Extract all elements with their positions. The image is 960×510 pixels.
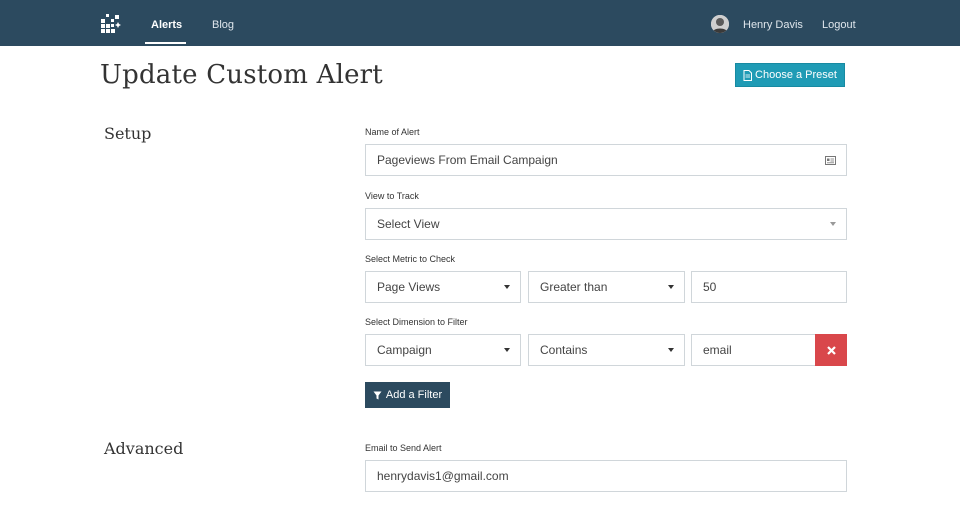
caret-down-icon [504,348,510,352]
add-filter-button[interactable]: Add a Filter [365,382,450,408]
email-label: Email to Send Alert [365,443,442,453]
document-icon [743,69,753,81]
dimension-operator-value: Contains [540,343,588,357]
metric-operator-select[interactable]: Greater than [528,271,685,303]
nav-link-alerts[interactable]: Alerts [151,0,182,46]
view-select[interactable]: Select View [365,208,847,240]
dimension-label: Select Dimension to Filter [365,317,468,327]
setup-section-title: Setup [104,124,152,143]
email-field[interactable]: henrydavis1@gmail.com [365,460,847,492]
app-logo-icon[interactable] [100,11,124,35]
contact-card-icon [825,156,836,165]
dimension-select[interactable]: Campaign [365,334,521,366]
metric-threshold-value: 50 [703,280,717,294]
metric-operator-value: Greater than [540,280,608,294]
metric-label: Select Metric to Check [365,254,456,264]
metric-select[interactable]: Page Views [365,271,521,303]
nav-user-name[interactable]: Henry Davis [743,0,803,46]
chevron-down-icon [830,222,836,226]
email-value: henrydavis1@gmail.com [377,469,509,483]
caret-down-icon [504,285,510,289]
metric-select-value: Page Views [377,280,441,294]
dimension-select-value: Campaign [377,343,432,357]
alert-name-input[interactable]: Pageviews From Email Campaign [365,144,847,176]
avatar[interactable] [711,15,729,33]
add-filter-label: Add a Filter [385,389,443,401]
choose-preset-label: Choose a Preset [755,69,837,81]
filter-icon [373,391,382,399]
caret-down-icon [668,348,674,352]
top-navbar: Alerts Blog Henry Davis Logout [0,0,960,46]
view-select-value: Select View [377,217,440,231]
alert-name-label: Name of Alert [365,127,420,137]
nav-link-blog[interactable]: Blog [212,0,234,46]
alert-name-value: Pageviews From Email Campaign [377,153,558,167]
view-to-track-label: View to Track [365,191,419,201]
dimension-match-input[interactable]: email [691,334,816,366]
dimension-match-value: email [703,343,732,357]
active-tab-indicator [145,42,186,44]
nav-link-logout[interactable]: Logout [822,0,856,46]
close-icon [826,345,836,355]
remove-filter-button[interactable] [815,334,847,366]
metric-threshold-input[interactable]: 50 [691,271,847,303]
caret-down-icon [668,285,674,289]
choose-preset-button[interactable]: Choose a Preset [735,63,845,87]
page-title: Update Custom Alert [100,60,383,90]
dimension-operator-select[interactable]: Contains [528,334,685,366]
advanced-section-title: Advanced [104,439,184,458]
